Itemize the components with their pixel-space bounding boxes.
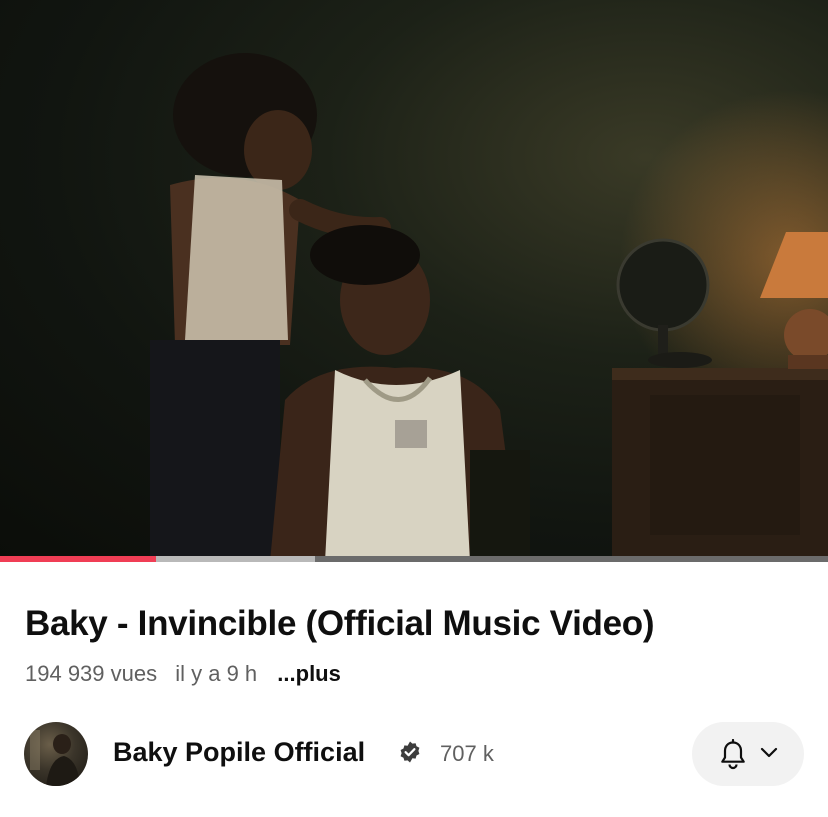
- more-link[interactable]: ...plus: [277, 661, 341, 686]
- video-frame: [150, 53, 828, 562]
- video-title[interactable]: Baky - Invincible (Official Music Video): [25, 604, 815, 644]
- notification-settings-button[interactable]: [692, 722, 804, 786]
- upload-age: il y a 9 h: [175, 661, 258, 686]
- view-count: 194 939 vues: [25, 661, 158, 686]
- channel-name[interactable]: Baky Popile Official: [113, 737, 365, 768]
- verified-icon: [400, 741, 420, 763]
- video-player[interactable]: [0, 0, 828, 562]
- subscriber-count: 707 k: [440, 741, 494, 766]
- bell-icon: [721, 739, 745, 770]
- channel-avatar[interactable]: [24, 722, 88, 786]
- chevron-down-icon: [760, 747, 778, 758]
- channel-row: Baky Popile Official 707 k: [0, 718, 828, 788]
- video-meta[interactable]: 194 939 vues il y a 9 h ...plus: [25, 661, 353, 687]
